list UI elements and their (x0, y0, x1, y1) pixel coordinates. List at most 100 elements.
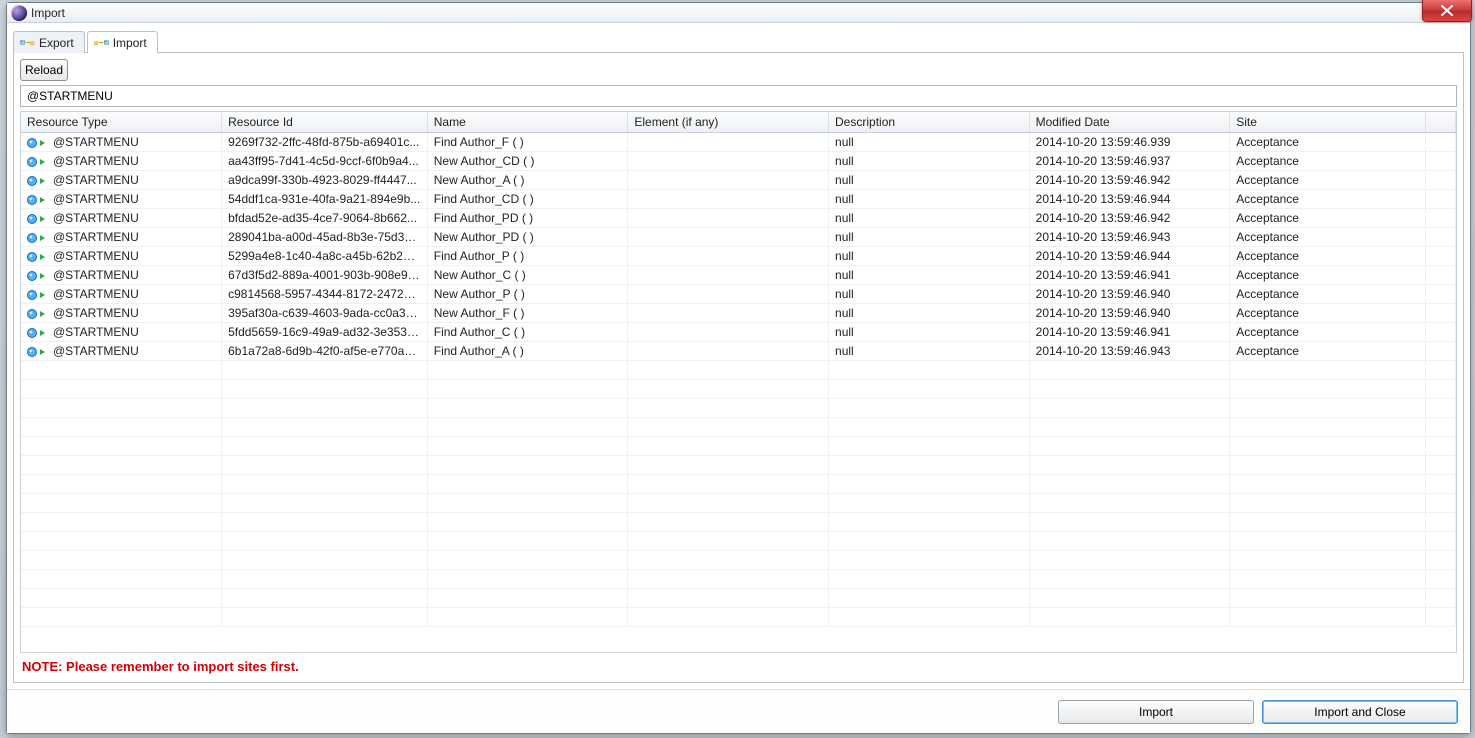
cell-resource-type: @STARTMENU (53, 325, 139, 339)
cell-modified-date: 2014-10-20 13:59:46.942 (1029, 171, 1230, 190)
table-row[interactable]: @STARTMENU 54ddf1ca-931e-40fa-9a21-894e9b… (21, 190, 1456, 209)
table-row[interactable]: @STARTMENU6b1a72a8-6d9b-42f0-af5e-e770aa… (21, 342, 1456, 361)
cell-element (628, 285, 829, 304)
import-and-close-button[interactable]: Import and Close (1262, 700, 1458, 724)
col-resource-type[interactable]: Resource Type (21, 112, 222, 133)
row-type-icon (27, 232, 53, 244)
cell-resource-type: @STARTMENU (53, 287, 139, 301)
cell-description: null (829, 304, 1030, 323)
row-type-icon (27, 156, 53, 168)
cell-resource-id: 9269f732-2ffc-48fd-875b-a69401c... (222, 133, 428, 152)
col-element[interactable]: Element (if any) (628, 112, 829, 133)
tab-export-label: Export (39, 36, 74, 50)
export-icon (20, 36, 35, 49)
window-title: Import (31, 6, 65, 20)
table-row-empty: . (21, 361, 1456, 380)
table-row[interactable]: @STARTMENUaa43ff95-7d41-4c5d-9ccf-6f0b9a… (21, 152, 1456, 171)
table-header-row[interactable]: Resource Type Resource Id Name Element (… (21, 112, 1456, 133)
cell-element (628, 304, 829, 323)
tab-import[interactable]: Import (87, 31, 158, 53)
table-row[interactable]: @STARTMENU395af30a-c639-4603-9ada-cc0a31… (21, 304, 1456, 323)
cell-description: null (829, 133, 1030, 152)
table-row-empty: . (21, 589, 1456, 608)
close-button[interactable] (1422, 0, 1472, 22)
titlebar[interactable]: Import (7, 3, 1470, 23)
cell-site: Acceptance (1230, 247, 1426, 266)
dialog-window: Import Export (6, 2, 1471, 734)
cell-element (628, 247, 829, 266)
cell-resource-id: 5fdd5659-16c9-49a9-ad32-3e3537... (222, 323, 428, 342)
cell-resource-id: 395af30a-c639-4603-9ada-cc0a31... (222, 304, 428, 323)
col-modified-date[interactable]: Modified Date (1029, 112, 1230, 133)
cell-resource-type: @STARTMENU (53, 230, 139, 244)
cell-resource-type: @STARTMENU (53, 173, 139, 187)
import-button[interactable]: Import (1058, 700, 1254, 724)
cell-description: null (829, 171, 1030, 190)
cell-modified-date: 2014-10-20 13:59:46.943 (1029, 228, 1230, 247)
col-site[interactable]: Site (1230, 112, 1426, 133)
import-button-label: Import (1139, 705, 1173, 719)
cell-resource-type: @STARTMENU (53, 344, 139, 358)
col-name[interactable]: Name (427, 112, 628, 133)
table-row[interactable]: @STARTMENU9269f732-2ffc-48fd-875b-a69401… (21, 133, 1456, 152)
cell-modified-date: 2014-10-20 13:59:46.944 (1029, 247, 1230, 266)
cell-resource-type: @STARTMENU (53, 192, 139, 206)
cell-resource-id: bfdad52e-ad35-4ce7-9064-8b662... (222, 209, 428, 228)
cell-modified-date: 2014-10-20 13:59:46.944 (1029, 190, 1230, 209)
cell-site: Acceptance (1230, 133, 1426, 152)
cell-element (628, 228, 829, 247)
cell-resource-id: a9dca99f-330b-4923-8029-ff4447... (222, 171, 428, 190)
row-type-icon (27, 213, 53, 225)
cell-element (628, 152, 829, 171)
tabstrip: Export Import (13, 29, 1464, 53)
cell-element (628, 209, 829, 228)
cell-site: Acceptance (1230, 285, 1426, 304)
cell-name: New Author_A ( ) (427, 171, 628, 190)
table-row[interactable]: @STARTMENU 5fdd5659-16c9-49a9-ad32-3e3537… (21, 323, 1456, 342)
row-type-icon (27, 308, 53, 320)
cell-description: null (829, 152, 1030, 171)
cell-name: Find Author_CD ( ) (427, 190, 628, 209)
table-row[interactable]: @STARTMENU67d3f5d2-889a-4001-903b-908e95… (21, 266, 1456, 285)
table-row[interactable]: @STARTMENUc9814568-5957-4344-8172-2472a9… (21, 285, 1456, 304)
cell-element (628, 323, 829, 342)
cell-site: Acceptance (1230, 209, 1426, 228)
cell-resource-type: @STARTMENU (53, 211, 139, 225)
cell-site: Acceptance (1230, 190, 1426, 209)
cell-name: Find Author_P ( ) (427, 247, 628, 266)
tab-export[interactable]: Export (13, 31, 85, 53)
import-and-close-label: Import and Close (1314, 705, 1405, 719)
reload-button[interactable]: Reload (20, 59, 68, 81)
cell-name: Find Author_PD ( ) (427, 209, 628, 228)
table-row[interactable]: @STARTMENU bfdad52e-ad35-4ce7-9064-8b662.… (21, 209, 1456, 228)
dialog-footer: Import Import and Close (7, 689, 1470, 733)
table-row-empty: . (21, 608, 1456, 627)
col-resource-id[interactable]: Resource Id (222, 112, 428, 133)
table-row-empty: . (21, 551, 1456, 570)
table-row[interactable]: @STARTMENU289041ba-a00d-45ad-8b3e-75d34.… (21, 228, 1456, 247)
cell-element (628, 171, 829, 190)
cell-element (628, 266, 829, 285)
cell-site: Acceptance (1230, 266, 1426, 285)
note-text: NOTE: Please remember to import sites fi… (20, 653, 1457, 676)
cell-name: New Author_CD ( ) (427, 152, 628, 171)
cell-resource-type: @STARTMENU (53, 268, 139, 282)
cell-modified-date: 2014-10-20 13:59:46.941 (1029, 266, 1230, 285)
col-spacer[interactable] (1425, 112, 1455, 133)
cell-description: null (829, 285, 1030, 304)
cell-modified-date: 2014-10-20 13:59:46.940 (1029, 304, 1230, 323)
cell-modified-date: 2014-10-20 13:59:46.937 (1029, 152, 1230, 171)
cell-name: Find Author_A ( ) (427, 342, 628, 361)
reload-label: Reload (25, 63, 63, 77)
col-description[interactable]: Description (829, 112, 1030, 133)
row-type-icon (27, 289, 53, 301)
table-row-empty: . (21, 437, 1456, 456)
cell-resource-id: 54ddf1ca-931e-40fa-9a21-894e9b... (222, 190, 428, 209)
cell-name: New Author_F ( ) (427, 304, 628, 323)
cell-modified-date: 2014-10-20 13:59:46.943 (1029, 342, 1230, 361)
resource-table[interactable]: Resource Type Resource Id Name Element (… (20, 111, 1457, 653)
table-row[interactable]: @STARTMENU a9dca99f-330b-4923-8029-ff4447… (21, 171, 1456, 190)
filter-input[interactable] (20, 85, 1457, 107)
cell-resource-id: 5299a4e8-1c40-4a8c-a45b-62b2bf... (222, 247, 428, 266)
table-row[interactable]: @STARTMENU5299a4e8-1c40-4a8c-a45b-62b2bf… (21, 247, 1456, 266)
